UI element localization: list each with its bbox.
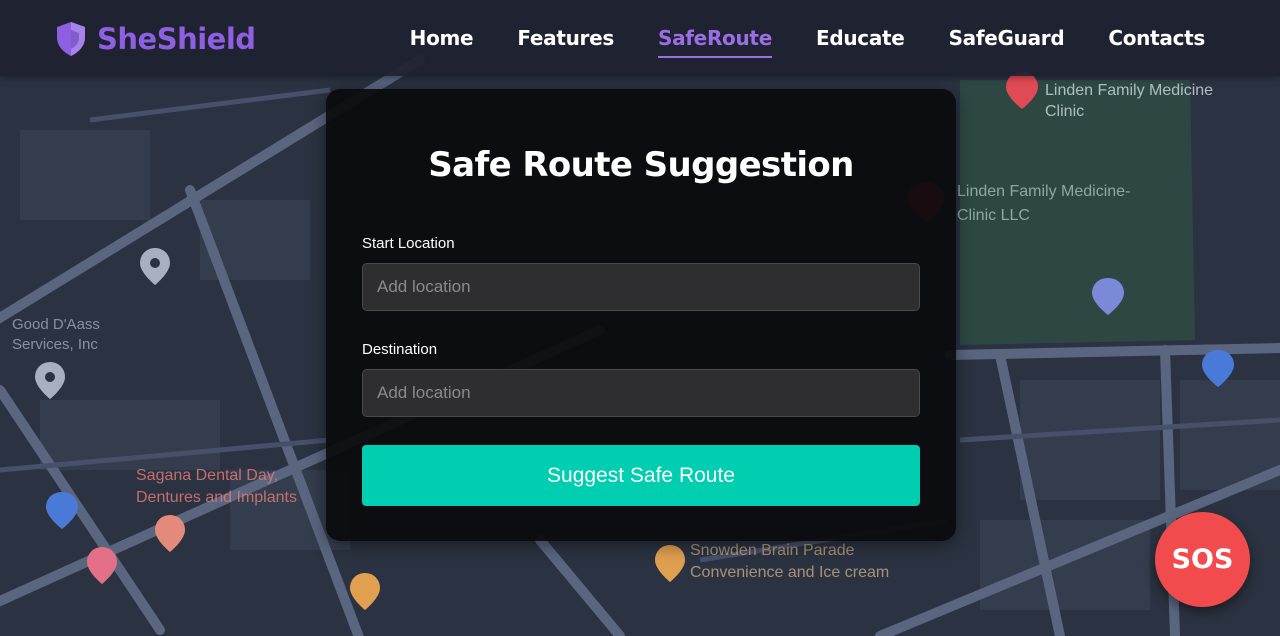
start-location-label: Start Location (362, 235, 455, 252)
map-label: Sagana Dental Day, Dentures and Implants (136, 467, 297, 506)
safe-route-card: Safe Route Suggestion Start Location Des… (326, 89, 956, 541)
shield-icon (55, 21, 87, 57)
nav-saferoute[interactable]: SafeRoute (657, 26, 772, 58)
map-label: Linden Family Medicine Clinic (1045, 82, 1214, 120)
map-label: Snowden Brain Parade Convenience and Ice… (690, 542, 890, 581)
nav-home[interactable]: Home (410, 26, 474, 58)
sos-button[interactable]: SOS (1155, 512, 1250, 607)
map-label: Linden Family Medicine-Clinic LLC (957, 183, 1131, 224)
nav-features[interactable]: Features (517, 26, 614, 58)
destination-label: Destination (362, 341, 438, 358)
page-title: Safe Route Suggestion (428, 145, 854, 185)
start-location-input[interactable] (362, 263, 920, 311)
brand-logo-link[interactable]: SheShield (55, 20, 256, 58)
map-label: Good D'Aass Services, Inc (12, 316, 100, 353)
nav-safeguard[interactable]: SafeGuard (949, 26, 1065, 58)
destination-input[interactable] (362, 369, 920, 417)
nav-educate[interactable]: Educate (816, 26, 905, 58)
nav-contacts[interactable]: Contacts (1108, 26, 1205, 58)
main-nav: Home Features SafeRoute Educate SafeGuar… (410, 26, 1205, 58)
navbar: SheShield Home Features SafeRoute Educat… (0, 0, 1280, 76)
brand-name: SheShield (97, 22, 256, 56)
suggest-safe-route-button[interactable]: Suggest Safe Route (362, 445, 920, 506)
